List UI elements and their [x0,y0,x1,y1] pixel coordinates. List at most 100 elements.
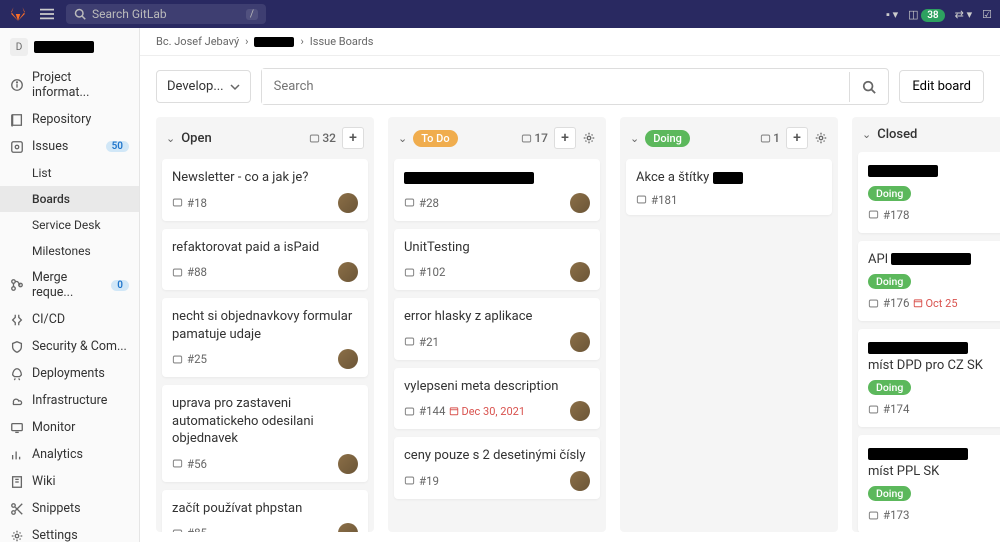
column-title: Open [181,131,211,146]
sidebar-item-deployments[interactable]: Deployments [0,360,139,387]
issue-card[interactable]: Akce a štítky #181 [626,159,832,215]
sidebar-item-label: Merge reque... [32,270,103,300]
sidebar-item-ci-cd[interactable]: CI/CD [0,306,139,333]
issue-card[interactable]: ceny pouze s 2 desetinými čísly#19 [394,437,600,499]
plus-icon[interactable]: ▪ ▾ [886,8,898,21]
layout: D Project informat... Repository Issues50L… [0,28,1000,542]
add-card-button[interactable]: + [554,127,576,149]
sidebar-item-wiki[interactable]: Wiki [0,468,139,495]
chevron-down-icon[interactable]: ⌄ [166,132,175,145]
sidebar-item-security-com-[interactable]: Security & Com... [0,333,139,360]
column-header: ⌄Doing 1+ [620,117,838,159]
breadcrumb-page[interactable]: Issue Boards [310,35,374,48]
sidebar-item-infrastructure[interactable]: Infrastructure [0,387,139,414]
board-column-closed: ⌄Closed 130Doing#178API Doing#176Oct 25m… [852,117,1000,532]
issue-card[interactable]: UnitTesting#102 [394,229,600,291]
card-title: míst DPD pro CZ SK [868,339,1000,374]
board-selector-dropdown[interactable]: Develop... [156,70,251,103]
assignee-avatar[interactable] [338,454,358,474]
assignee-avatar[interactable] [338,193,358,213]
gear-icon [10,529,24,542]
main: Bc. Josef Jebavý › › Issue Boards Develo… [140,28,1000,542]
card-ref: #144 [419,404,445,418]
sidebar-item-boards[interactable]: Boards [0,186,139,212]
gear-icon[interactable] [814,131,828,145]
issues-icon [10,140,24,154]
sidebar-project-header[interactable]: D [0,34,139,64]
sidebar-item-analytics[interactable]: Analytics [0,441,139,468]
sidebar-item-milestones[interactable]: Milestones [0,238,139,264]
card-meta: #56 [172,454,358,474]
sidebar-item-service-desk[interactable]: Service Desk [0,212,139,238]
issue-icon [172,267,183,278]
global-search[interactable]: Search GitLab / [66,4,266,24]
issue-icon [172,197,183,208]
sidebar-badge: 0 [111,280,129,291]
assignee-avatar[interactable] [570,332,590,352]
assignee-avatar[interactable] [338,349,358,369]
scissors-icon [10,502,24,516]
issue-card[interactable]: Doing#178 [858,152,1000,233]
chevron-down-icon[interactable]: ⌄ [862,128,871,141]
issue-icon [172,458,183,469]
sidebar-item-repository[interactable]: Repository [0,106,139,133]
sidebar-item-label: Boards [32,192,70,206]
assignee-avatar[interactable] [570,262,590,282]
assignee-avatar[interactable] [338,523,358,532]
sidebar-item-list[interactable]: List [0,160,139,186]
issue-card[interactable]: míst PPL SKDoing#173 [858,435,1000,532]
issue-card[interactable]: vylepseni meta description#144Dec 30, 20… [394,368,600,430]
gear-icon[interactable] [582,131,596,145]
sidebar-item-label: Repository [32,112,91,127]
assignee-avatar[interactable] [570,401,590,421]
issue-card[interactable]: necht si objednavkovy formular pamatuje … [162,298,368,377]
sidebar-item-merge-reque-[interactable]: Merge reque... 0 [0,264,139,306]
assignee-avatar[interactable] [570,193,590,213]
issue-card[interactable]: refaktorovat paid a isPaid#88 [162,229,368,291]
issue-card[interactable]: error hlasky z aplikace#21 [394,298,600,360]
board-filter [261,68,890,105]
sidebar-item-snippets[interactable]: Snippets [0,495,139,522]
issue-card[interactable]: Newsletter - co a jak je?#18 [162,159,368,221]
chevron-down-icon[interactable]: ⌄ [398,132,407,145]
issues-shortcut-icon[interactable]: ◫ 38 [908,8,945,21]
sidebar: D Project informat... Repository Issues50L… [0,28,140,542]
card-title: uprava pro zastaveni automatickeho odesi… [172,395,358,448]
sidebar-item-label: Settings [32,528,78,542]
topbar-right: ▪ ▾ ◫ 38 ⇄ ▾ ☑ [886,8,992,21]
card-ref: #102 [419,265,445,279]
edit-board-button[interactable]: Edit board [899,70,984,103]
sidebar-item-project-informat-[interactable]: Project informat... [0,64,139,106]
issue-card[interactable]: #28 [394,159,600,221]
breadcrumb-owner[interactable]: Bc. Josef Jebavý [156,35,239,48]
issue-icon [404,336,415,347]
card-title [868,162,1000,180]
issue-card[interactable]: míst DPD pro CZ SKDoing#174 [858,329,1000,427]
hamburger-icon[interactable] [36,3,58,25]
sidebar-item-monitor[interactable]: Monitor [0,414,139,441]
search-button[interactable] [849,72,888,102]
add-card-button[interactable]: + [342,127,364,149]
sidebar-badge: 50 [106,141,129,152]
issue-card[interactable]: API Doing#176Oct 25 [858,241,1000,322]
merge-shortcut-icon[interactable]: ⇄ ▾ [955,8,972,21]
sidebar-item-issues[interactable]: Issues50 [0,133,139,160]
assignee-avatar[interactable] [570,471,590,491]
add-card-button[interactable]: + [786,127,808,149]
board-column-to-do: ⌄To Do 17+#28UnitTesting#102error hlasky… [388,117,606,532]
assignee-avatar[interactable] [338,262,358,282]
issue-card[interactable]: uprava pro zastaveni automatickeho odesi… [162,385,368,482]
search-kbd-hint: / [246,9,258,20]
issue-icon [404,197,415,208]
sidebar-item-settings[interactable]: Settings [0,522,139,542]
gitlab-logo-icon[interactable] [8,4,28,24]
cicd-icon [10,313,24,327]
rocket-icon [10,367,24,381]
card-ref: #56 [187,457,207,471]
todo-shortcut-icon[interactable]: ☑ [982,8,992,21]
chevron-down-icon [230,82,240,92]
issue-card[interactable]: začít používat phpstan#85 [162,490,368,532]
chevron-down-icon[interactable]: ⌄ [630,132,639,145]
board-filter-input[interactable] [262,69,850,104]
issue-icon [404,267,415,278]
